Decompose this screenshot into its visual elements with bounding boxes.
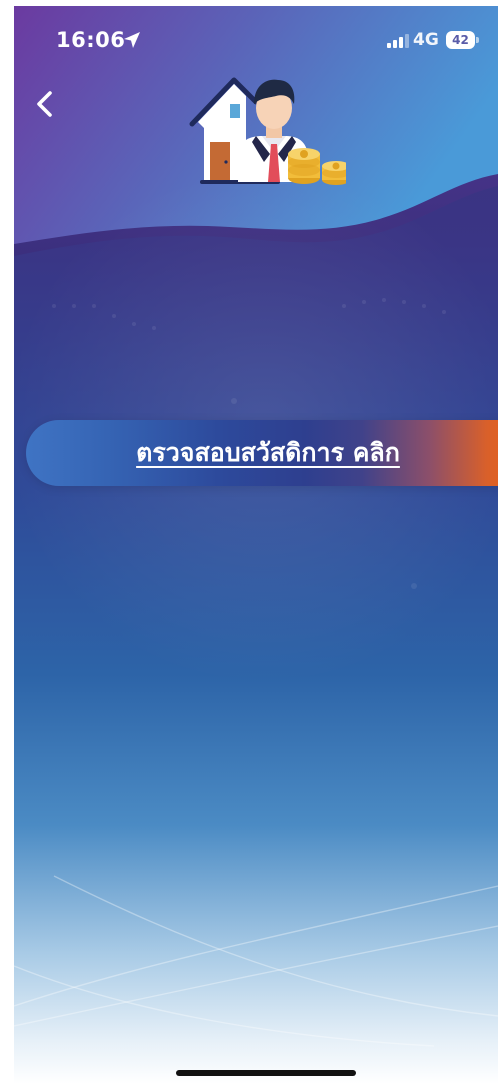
status-bar: 16:06 4G 42 xyxy=(14,6,498,66)
house-person-coins-icon xyxy=(189,77,346,185)
cellular-signal-icon xyxy=(387,34,409,48)
chevron-left-icon xyxy=(37,91,52,117)
battery-tip xyxy=(476,37,479,43)
location-arrow-icon xyxy=(124,32,140,48)
home-indicator[interactable] xyxy=(176,1070,356,1076)
check-welfare-label: ตรวจสอบสวัสดิการ คลิก xyxy=(136,438,400,467)
app-screen: 16:06 4G 42 ตรวจสอบสวัสดิการ คลิก xyxy=(14,6,498,1084)
status-time: 16:06 xyxy=(56,28,126,52)
check-welfare-button[interactable]: ตรวจสอบสวัสดิการ คลิก xyxy=(26,420,498,486)
battery-level: 42 xyxy=(446,31,475,49)
back-button[interactable] xyxy=(28,84,64,124)
battery-icon: 42 xyxy=(446,31,480,49)
network-type: 4G xyxy=(413,30,439,50)
